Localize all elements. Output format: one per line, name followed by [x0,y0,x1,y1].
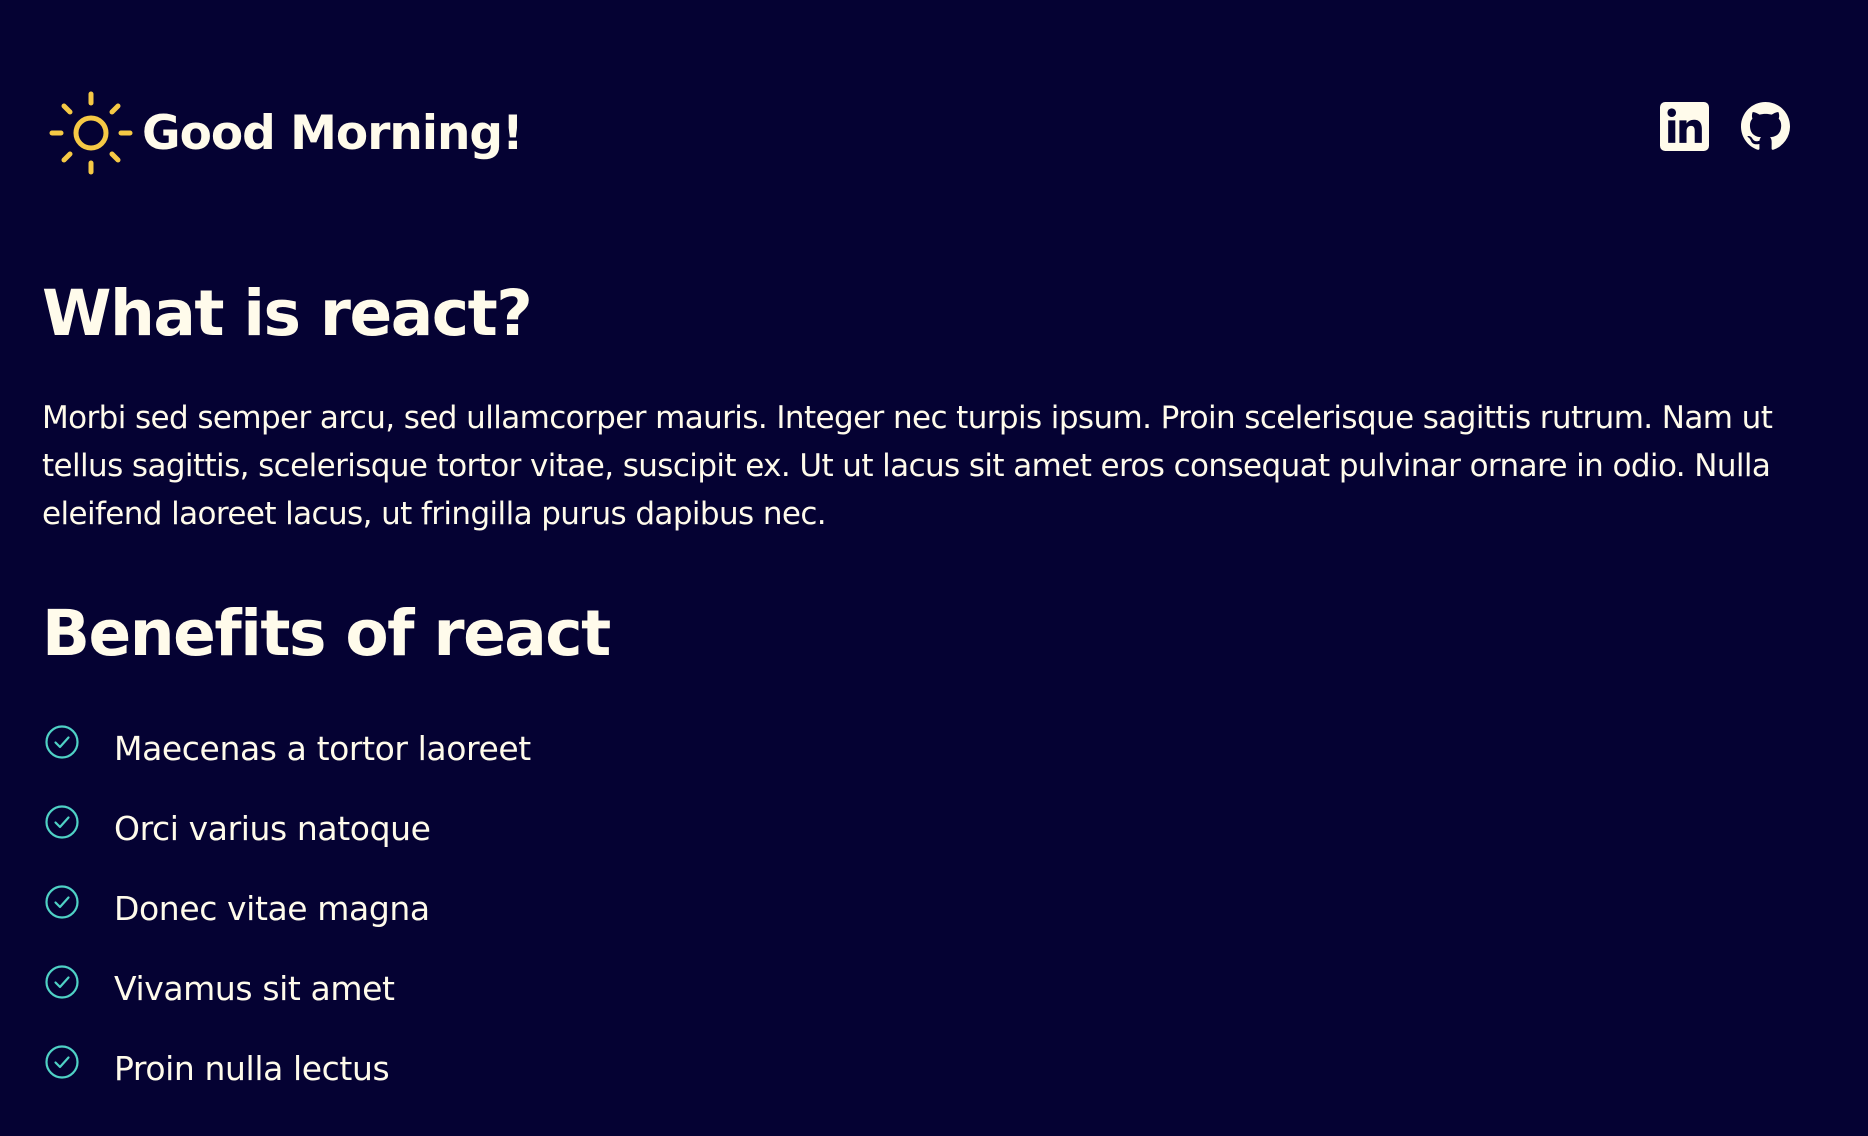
benefit-label: Vivamus sit amet [114,968,395,1008]
social-links [1660,102,1790,151]
benefits-title: Benefits of react [42,597,611,670]
benefits-list: Maecenas a tortor laoreet Orci varius na… [42,708,1832,1108]
benefit-label: Maecenas a tortor laoreet [114,728,531,768]
sun-icon [49,91,133,175]
linkedin-icon [1660,102,1709,151]
github-link[interactable] [1741,102,1790,151]
benefit-label: Donec vitae magna [114,888,430,928]
check-circle-icon [45,1045,79,1079]
greeting-title: Good Morning! [142,105,524,161]
benefit-item: Orci varius natoque [42,788,1832,868]
site-header: Good Morning! [0,0,1868,200]
check-circle-icon [45,805,79,839]
benefit-item: Proin nulla lectus [42,1028,1832,1108]
github-icon [1741,102,1790,150]
linkedin-link[interactable] [1660,102,1709,151]
check-circle-icon [45,965,79,999]
benefit-label: Orci varius natoque [114,808,431,848]
benefit-item: Donec vitae magna [42,868,1832,948]
check-circle-icon [45,725,79,759]
benefit-item: Maecenas a tortor laoreet [42,708,1832,788]
brand: Good Morning! [48,90,524,176]
main-content: What is react? Morbi sed semper arcu, se… [42,272,1832,1108]
check-circle-icon [45,885,79,919]
benefit-item: Vivamus sit amet [42,948,1832,1028]
page-title: What is react? [42,277,533,350]
intro-paragraph: Morbi sed semper arcu, sed ullamcorper m… [42,400,1773,532]
benefit-label: Proin nulla lectus [114,1048,390,1088]
